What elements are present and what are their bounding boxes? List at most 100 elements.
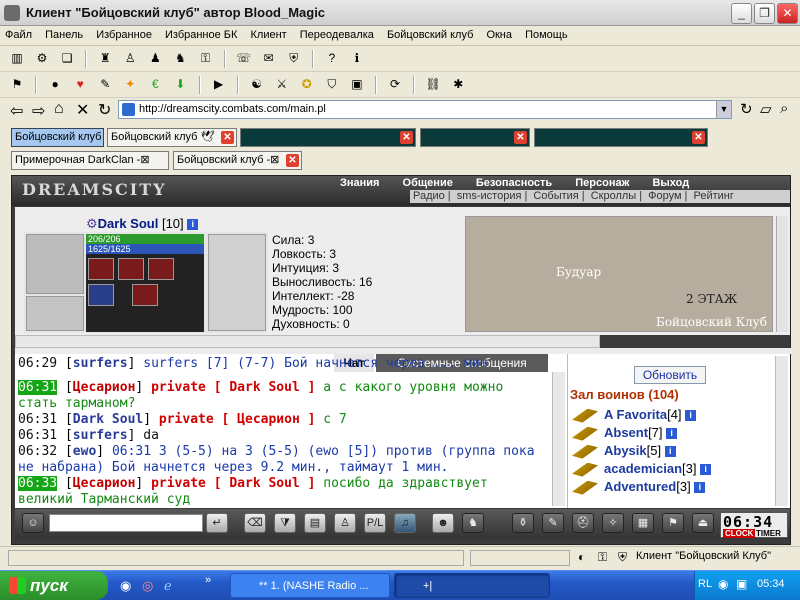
ie-icon[interactable]: ℯ: [164, 578, 172, 594]
nav-knowledge[interactable]: Знания: [340, 177, 379, 189]
horizontal-scrollbar[interactable]: [15, 335, 600, 348]
tab-hidden-2[interactable]: ✕: [420, 128, 530, 147]
help-icon[interactable]: ?: [323, 49, 341, 67]
info-icon[interactable]: i: [700, 464, 712, 476]
lock-icon[interactable]: ⚿: [197, 49, 215, 67]
frames-icon[interactable]: ❏: [58, 49, 76, 67]
shield-icon[interactable]: ⛨: [285, 49, 303, 67]
guard-icon[interactable]: ⛉: [323, 75, 341, 93]
flag-icon[interactable]: ⚑: [662, 513, 684, 533]
tab-fight-club-2[interactable]: Бойцовский клуб 🕊 ✕: [107, 128, 237, 147]
bug-icon[interactable]: ✱: [449, 75, 467, 93]
address-input[interactable]: http://dreamscity.combats.com/main.pl: [118, 100, 732, 119]
menu-wardrobe[interactable]: Переодевалка: [295, 26, 379, 44]
medal-icon[interactable]: ✪: [298, 75, 316, 93]
book-slot[interactable]: [88, 284, 114, 306]
nav-character[interactable]: Персонаж: [575, 177, 629, 189]
eraser-icon[interactable]: ⌫: [244, 513, 266, 533]
minimize-button[interactable]: _: [731, 3, 752, 24]
menu-file[interactable]: Файл: [0, 26, 37, 44]
player-item[interactable]: Adventured[3] i: [572, 479, 706, 497]
scroll-icon[interactable]: ✎: [542, 513, 564, 533]
player-item[interactable]: Absent[7] i: [572, 425, 678, 443]
bottle-icon[interactable]: ⚱: [512, 513, 534, 533]
tab-hidden-3[interactable]: ✕: [534, 128, 708, 147]
gear-icon[interactable]: ⚙: [33, 49, 51, 67]
start-button[interactable]: пуск: [0, 571, 108, 600]
tab-hidden-1[interactable]: ✕: [240, 128, 416, 147]
forward-icon[interactable]: ⇨: [32, 101, 45, 121]
goggles-slot[interactable]: [26, 234, 84, 294]
desktop-icon[interactable]: ◉: [120, 578, 131, 594]
wand-icon[interactable]: ✦: [121, 75, 139, 93]
menu-windows[interactable]: Окна: [481, 26, 517, 44]
tab-fight-club-3[interactable]: Бойцовский клуб -⊠ ✕: [173, 151, 302, 170]
nav-exit[interactable]: Выход: [652, 177, 689, 189]
swords-icon[interactable]: ⚔: [273, 75, 291, 93]
subnav-sms[interactable]: sms-история: [454, 190, 525, 202]
save-log-icon[interactable]: ▤: [304, 513, 326, 533]
players-scrollbar[interactable]: [775, 356, 788, 506]
item-slot[interactable]: [118, 258, 144, 280]
mail-icon[interactable]: ✉: [260, 49, 278, 67]
user-settings-icon[interactable]: ♞: [171, 49, 189, 67]
subnav-rating[interactable]: Рейтинг: [690, 190, 736, 202]
menu-panel[interactable]: Панель: [40, 26, 88, 44]
stop-icon[interactable]: ✕: [76, 100, 89, 120]
info-icon[interactable]: ℹ: [348, 49, 366, 67]
info-icon[interactable]: i: [187, 219, 199, 231]
volume-icon[interactable]: ◉: [718, 577, 728, 591]
close-tab-icon[interactable]: ✕: [514, 131, 527, 144]
user-icon[interactable]: ♙: [121, 49, 139, 67]
smile-icon[interactable]: ☻: [432, 513, 454, 533]
timer-mode-button[interactable]: TIMER: [756, 529, 781, 538]
go-icon[interactable]: ↻: [740, 100, 753, 118]
helmet-icon[interactable]: ⛑: [572, 513, 594, 533]
tab-fight-club-1[interactable]: Бойцовский клуб: [11, 128, 104, 147]
info-icon[interactable]: i: [685, 410, 697, 422]
exit-icon[interactable]: ⏏: [692, 513, 714, 533]
task-radio[interactable]: ** 1. (NASHE Radio ...: [230, 573, 390, 598]
page-icon[interactable]: ▱: [760, 100, 772, 118]
player-item[interactable]: A Favorita[4] i: [572, 407, 697, 425]
character-name[interactable]: ⚙Dark Soul [10] i: [86, 216, 199, 232]
send-icon[interactable]: ↵: [206, 513, 228, 533]
close-tab-icon[interactable]: ✕: [400, 131, 413, 144]
close-tab-icon[interactable]: ✕: [221, 131, 234, 144]
nav-communication[interactable]: Общение: [403, 177, 453, 189]
room-label[interactable]: Будуар: [556, 265, 601, 279]
clock-mode-button[interactable]: CLOCK: [723, 529, 756, 538]
map-scrollbar[interactable]: [776, 216, 788, 332]
menu-fight-club[interactable]: Бойцовский клуб: [382, 26, 478, 44]
yin-yang-icon[interactable]: ☯: [248, 75, 266, 93]
talk-icon[interactable]: ☏: [235, 49, 253, 67]
menu-favorites-bk[interactable]: Избранное БК: [160, 26, 242, 44]
pl-icon[interactable]: P/L: [364, 513, 386, 533]
bomb-icon[interactable]: ●: [46, 75, 64, 93]
language-indicator[interactable]: RL: [698, 578, 712, 590]
subnav-radio[interactable]: Радио: [410, 190, 448, 202]
subnav-scrolls[interactable]: Скроллы: [588, 190, 640, 202]
menu-favorites[interactable]: Избранное: [91, 26, 157, 44]
knight-icon[interactable]: ♞: [462, 513, 484, 533]
client-icon[interactable]: ⚑: [8, 75, 26, 93]
armor-icon[interactable]: ♜: [96, 49, 114, 67]
inventory-icon[interactable]: ▣: [348, 75, 366, 93]
network-icon[interactable]: ▣: [736, 577, 747, 591]
close-tab-icon[interactable]: ✕: [692, 131, 705, 144]
menu-help[interactable]: Помощь: [520, 26, 573, 44]
panel-icon[interactable]: ▥: [8, 49, 26, 67]
player-item[interactable]: academician[3] i: [572, 461, 712, 479]
home-icon[interactable]: ⌂: [54, 100, 64, 118]
chat-scrollbar[interactable]: [552, 372, 565, 506]
nav-security[interactable]: Безопасность: [476, 177, 552, 189]
play-icon[interactable]: ▶: [210, 75, 228, 93]
back-icon[interactable]: ⇦: [10, 101, 23, 121]
weapon-slots[interactable]: [208, 234, 266, 331]
armor-slot[interactable]: [26, 296, 84, 331]
reload-icon[interactable]: ↻: [98, 100, 111, 120]
subnav-events[interactable]: События: [530, 190, 581, 202]
scroll-icon[interactable]: ✎: [96, 75, 114, 93]
close-tab-icon[interactable]: ✕: [286, 154, 299, 167]
player-item[interactable]: Abysik[5] i: [572, 443, 676, 461]
